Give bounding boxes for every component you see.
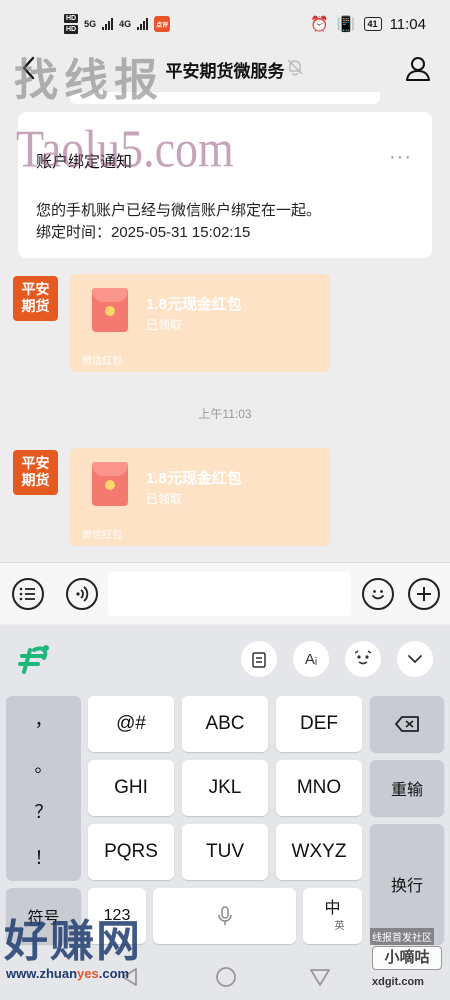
language-switch-key[interactable]: 中 英 [303, 888, 362, 944]
enter-key[interactable]: 换行 [370, 824, 444, 944]
system-navigation-bar [0, 955, 450, 1000]
red-packet-message[interactable]: 1.8元现金红包 已领取 微信红包 [70, 448, 330, 546]
packet-footer: 微信红包 [82, 356, 122, 367]
more-options-icon[interactable]: ··· [389, 146, 412, 169]
packet-title: 1.8元现金红包 [146, 470, 242, 487]
key-symbols-at[interactable]: @# [88, 696, 174, 752]
collapse-keyboard-button[interactable] [397, 641, 433, 677]
key-abc[interactable]: ABC [182, 696, 268, 752]
notice-line: 绑定时间：2025-05-31 15:02:15 [36, 224, 251, 241]
chevron-down-icon [408, 655, 422, 664]
microphone-icon [217, 906, 232, 925]
packet-status: 已领取 [146, 318, 183, 332]
signal-icon [137, 18, 149, 30]
key-mno[interactable]: MNO [276, 760, 362, 816]
space-key[interactable] [153, 888, 296, 944]
sticker-face-icon [354, 650, 372, 665]
avatar-text: 平安 [21, 281, 50, 297]
packet-title: 1.8元现金红包 [146, 296, 242, 313]
list-icon [19, 587, 35, 601]
status-left: HD HD 5G 4G 点评 [64, 14, 171, 34]
sender-avatar[interactable]: 平安 期货 [13, 450, 58, 495]
sticker-button[interactable] [345, 641, 381, 677]
signal-icon [102, 18, 114, 30]
home-circle-icon[interactable] [215, 966, 237, 988]
binding-notice-card[interactable]: 账户绑定通知 ··· 您的手机账户已经与微信账户绑定在一起。 绑定时间：2025… [18, 112, 432, 258]
back-triangle-icon[interactable] [120, 967, 140, 987]
emoji-icon [372, 590, 384, 600]
avatar-text: 期货 [21, 298, 50, 314]
previous-message-edge [70, 92, 380, 104]
punct-key[interactable]: ， [6, 696, 81, 742]
key-jkl[interactable]: JKL [182, 760, 268, 816]
bell-off-icon [287, 59, 303, 76]
key-def[interactable]: DEF [276, 696, 362, 752]
message-input[interactable] [108, 572, 351, 616]
network-label: 4G [119, 19, 132, 29]
alarm-icon: ⏰ [310, 16, 329, 33]
punct-key[interactable]: ？ [6, 788, 81, 834]
lang-main-label: 中 [324, 899, 341, 917]
punct-key[interactable]: ！ [6, 834, 81, 880]
ime-keyboard: Aᵢ ， 。 ？ ！ @# ABC DEF GHI JKL MNO 重输 PQR… [0, 625, 450, 1000]
hd-badge: HD [64, 25, 79, 34]
symbols-key[interactable]: 符号 [6, 888, 81, 944]
voice-icon [76, 586, 89, 602]
status-right: ⏰ 📳 41 11:04 [310, 15, 426, 34]
emoji-button[interactable] [362, 578, 394, 610]
red-packet-message[interactable]: 1.8元现金红包 已领取 微信红包 [70, 274, 330, 372]
message-timestamp: 上午11:03 [198, 407, 252, 421]
hd-badge: HD [64, 14, 79, 23]
packet-status: 已领取 [146, 492, 183, 506]
key-wxyz[interactable]: WXYZ [276, 824, 362, 880]
battery-icon: 41 [363, 17, 382, 31]
numbers-key[interactable]: 123 [88, 888, 146, 944]
chat-info-button[interactable] [404, 54, 432, 82]
person-icon [406, 57, 430, 81]
chat-title: 平安期货微服务 [165, 62, 285, 81]
notice-line: 您的手机账户已经与微信账户绑定在一起。 [36, 202, 322, 219]
backspace-icon [395, 716, 419, 732]
clock: 11:04 [389, 15, 426, 33]
red-envelope-icon [92, 288, 128, 332]
delete-key[interactable] [370, 696, 444, 752]
status-bar: HD HD 5G 4G 点评 ⏰ 📳 41 11:04 [0, 0, 450, 48]
menu-toggle-button[interactable] [12, 578, 44, 610]
chat-input-bar [0, 562, 450, 624]
more-functions-button[interactable] [408, 578, 440, 610]
punctuation-column: ， 。 ？ ！ [6, 696, 81, 881]
chat-header: 平安期货微服务 [0, 48, 450, 90]
clipboard-icon [252, 652, 266, 668]
reenter-key[interactable]: 重输 [370, 760, 444, 816]
app-notification-icon: 点评 [154, 16, 171, 32]
notice-body: 您的手机账户已经与微信账户绑定在一起。 绑定时间：2025-05-31 15:0… [36, 200, 321, 244]
avatar-text: 期货 [21, 472, 50, 488]
recents-triangle-icon[interactable] [309, 967, 331, 987]
key-pqrs[interactable]: PQRS [88, 824, 174, 880]
key-ghi[interactable]: GHI [88, 760, 174, 816]
voice-button[interactable] [66, 578, 98, 610]
lang-sub-label: 英 [334, 920, 345, 932]
vibrate-icon: 📳 [336, 16, 356, 33]
network-label: 5G [84, 19, 97, 29]
avatar-text: 平安 [21, 455, 50, 471]
key-tuv[interactable]: TUV [182, 824, 268, 880]
plus-icon [417, 587, 431, 601]
notice-title: 账户绑定通知 [36, 154, 133, 171]
font-style-button[interactable]: Aᵢ [293, 641, 329, 677]
packet-footer: 微信红包 [82, 530, 122, 541]
hd-indicators: HD HD [64, 14, 79, 34]
punct-key[interactable]: 。 [6, 742, 81, 788]
red-envelope-icon [92, 462, 128, 506]
clipboard-button[interactable] [241, 641, 277, 677]
sender-avatar[interactable]: 平安 期货 [13, 276, 58, 321]
keyboard-logo-icon[interactable] [14, 642, 52, 676]
